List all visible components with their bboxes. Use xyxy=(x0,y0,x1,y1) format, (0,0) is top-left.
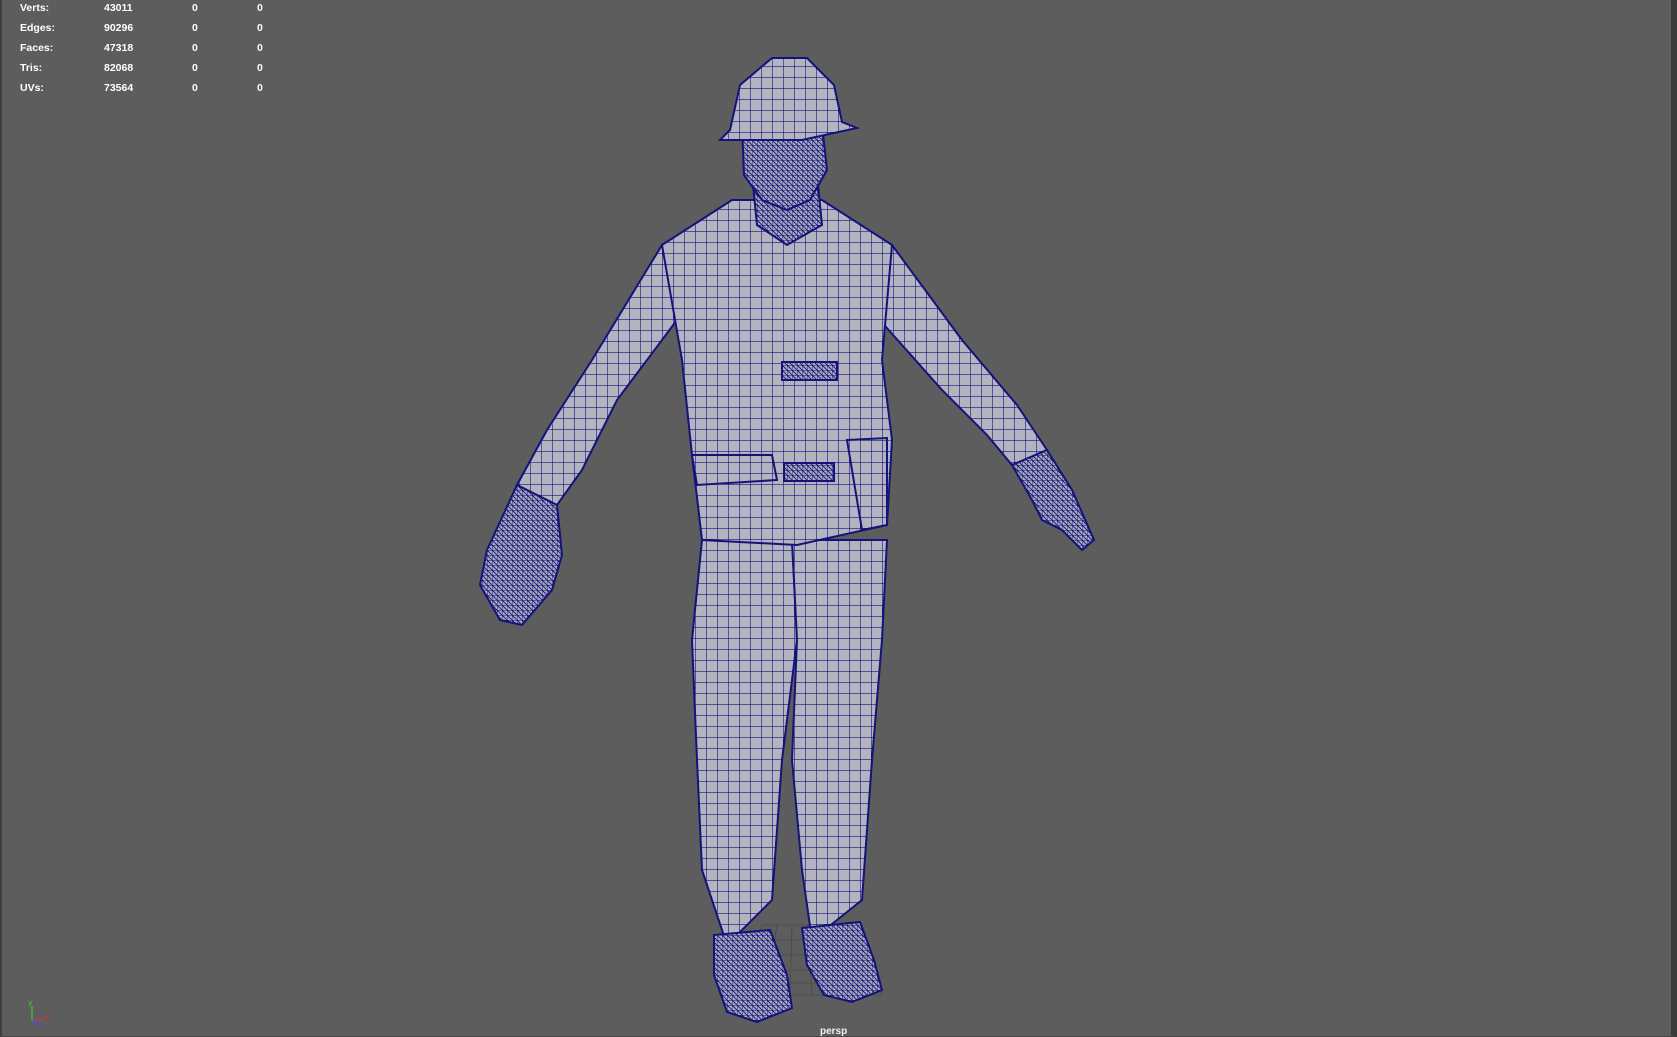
hud-selected: 0 xyxy=(192,82,198,94)
hud-label: Verts: xyxy=(20,2,50,14)
hud-row-tris: Tris: 82068 0 0 xyxy=(20,60,280,80)
hud-label: Faces: xyxy=(20,42,54,54)
hud-row-faces: Faces: 47318 0 0 xyxy=(20,40,280,60)
axis-z-label: z xyxy=(37,1019,41,1026)
hud-total: 43011 xyxy=(104,2,133,14)
hud-components: 0 xyxy=(257,82,263,94)
xyz-axis-icon: y x z xyxy=(28,998,50,1026)
3d-viewport[interactable]: Verts: 43011 0 0 Edges: 90296 0 0 Faces:… xyxy=(0,0,1677,1037)
hud-total: 82068 xyxy=(104,62,134,74)
hud-label: Edges: xyxy=(20,22,56,34)
hud-row-edges: Edges: 90296 0 0 xyxy=(20,20,280,40)
axis-x-label: x xyxy=(45,1012,50,1021)
hud-row-verts: Verts: 43011 0 0 xyxy=(20,0,280,20)
hud-total: 73564 xyxy=(104,82,134,94)
camera-name-label: persp xyxy=(820,1026,848,1037)
hud-selected: 0 xyxy=(192,42,198,54)
hud-label: Tris: xyxy=(20,62,43,74)
hud-selected: 0 xyxy=(192,62,198,74)
hud-total: 47318 xyxy=(104,42,134,54)
axis-y-label: y xyxy=(28,998,33,1007)
hud-components: 0 xyxy=(257,42,263,54)
hud-components: 0 xyxy=(257,22,263,34)
hud-row-uvs: UVs: 73564 0 0 xyxy=(20,80,280,100)
hud-label: UVs: xyxy=(20,82,44,94)
hud-selected: 0 xyxy=(192,22,198,34)
hud-total: 90296 xyxy=(104,22,134,34)
hud-selected: 0 xyxy=(192,2,198,14)
hud-components: 0 xyxy=(257,2,263,14)
poly-count-hud: Verts: 43011 0 0 Edges: 90296 0 0 Faces:… xyxy=(20,0,280,100)
hud-components: 0 xyxy=(257,62,263,74)
wireframe-model[interactable] xyxy=(472,50,1112,1030)
